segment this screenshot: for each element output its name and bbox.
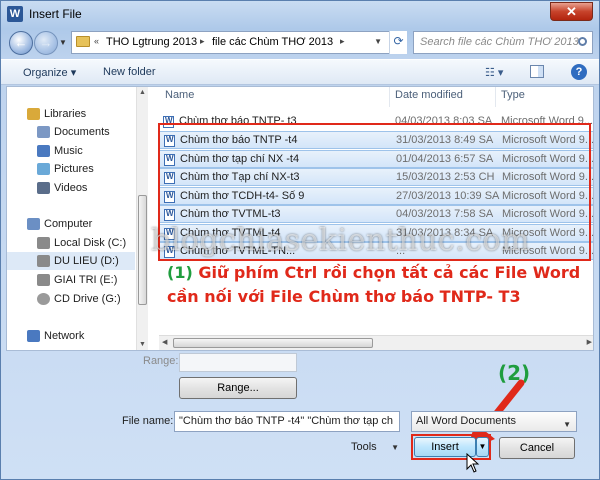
close-button[interactable]: ✕	[550, 2, 593, 21]
tree-item-libraries[interactable]: Libraries	[7, 105, 135, 123]
breadcrumb-item[interactable]: THO Lgtrung 2013	[106, 36, 197, 48]
chevron-down-icon: ▼	[563, 420, 571, 429]
tree-item-computer[interactable]: Computer	[7, 215, 135, 233]
tree-item-label: Local Disk (C:)	[54, 237, 127, 249]
cd-drive-icon	[37, 293, 50, 305]
scrollbar-thumb[interactable]	[173, 338, 373, 348]
organize-button[interactable]: Organize ▾	[23, 66, 76, 79]
window-title: Insert File	[29, 7, 82, 21]
tree-item-cd-drive-g[interactable]: CD Drive (G:)	[7, 290, 135, 308]
forward-arrow-icon[interactable]: →	[34, 31, 58, 55]
tree-item-label: Documents	[54, 126, 110, 138]
range-input	[179, 353, 297, 372]
tree-item-label: Libraries	[44, 108, 87, 120]
search-icon	[578, 37, 587, 46]
search-input[interactable]: Search file các Chùm THƠ 2013	[413, 31, 593, 54]
tree-item-local-disk-c[interactable]: Local Disk (C:)	[7, 234, 135, 252]
preview-pane-icon[interactable]	[530, 65, 544, 78]
tree-item-label: DU LIEU (D:)	[54, 255, 119, 267]
chevron-down-icon: ▼	[391, 443, 399, 452]
column-divider[interactable]	[389, 87, 390, 107]
chevron-right-icon[interactable]: ▸	[200, 36, 205, 47]
cancel-button[interactable]: Cancel	[499, 437, 575, 459]
address-dropdown-icon[interactable]: ▼	[374, 37, 382, 46]
tools-label: Tools	[351, 441, 377, 453]
new-folder-button[interactable]: New folder	[103, 66, 156, 78]
tree-item-label: CD Drive (G:)	[54, 293, 121, 305]
tree-item-pictures[interactable]: Pictures	[7, 160, 135, 178]
scroll-right-arrow-icon[interactable]: ▶	[587, 338, 592, 346]
search-placeholder: Search file các Chùm THƠ 2013	[420, 36, 579, 48]
tree-item-label: GIAI TRI (E:)	[54, 274, 118, 286]
column-header-name[interactable]: Name	[165, 89, 194, 101]
file-type-value: All Word Documents	[416, 415, 517, 427]
tree-item-label: Network	[44, 330, 85, 342]
breadcrumb-item[interactable]: file các Chùm THƠ 2013	[212, 36, 333, 48]
column-header-date[interactable]: Date modified	[395, 89, 463, 101]
command-toolbar: Organize ▾ New folder ☷ ▾ ?	[1, 59, 599, 85]
network-icon	[27, 330, 40, 342]
view-options-icon[interactable]: ☷ ▾	[485, 66, 503, 79]
range-label: Range:	[143, 355, 179, 367]
folder-icon	[76, 36, 90, 47]
tree-item-music[interactable]: Music	[7, 142, 135, 160]
insert-file-dialog: W Insert File ✕ ← → ▼ « THO Lgtrung 2013…	[0, 0, 600, 480]
tools-menu-button[interactable]: Tools ▼	[351, 441, 399, 457]
annotation-step-1: (1) Giữ phím Ctrl rồi chọn tất cả các Fi…	[167, 261, 587, 309]
watermark: blogchiasekienthuc.com	[151, 223, 531, 258]
scroll-left-arrow-icon[interactable]: ◀	[162, 338, 167, 346]
tree-item-label: Computer	[44, 218, 93, 230]
pictures-icon	[37, 163, 50, 175]
scrollbar-thumb[interactable]	[138, 195, 147, 305]
column-divider[interactable]	[495, 87, 496, 107]
chevron-right-icon[interactable]: ▸	[340, 36, 345, 47]
annotation-step-number: (1)	[167, 263, 193, 282]
disk-icon	[37, 237, 50, 249]
tree-item-label: Music	[54, 145, 83, 157]
tree-scrollbar[interactable]: ▲ ▼	[136, 87, 148, 350]
recent-pages-dropdown-icon[interactable]: ▼	[59, 38, 67, 47]
music-icon	[37, 145, 50, 157]
tree-item-documents[interactable]: Documents	[7, 123, 135, 141]
navigation-tree: Libraries Documents Music Pictures Video…	[7, 87, 137, 350]
refresh-icon[interactable]: ⟳	[389, 31, 407, 54]
navigation-bar: ← → ▼ « THO Lgtrung 2013 ▸ file các Chùm…	[1, 27, 599, 59]
disk-icon	[37, 255, 50, 267]
annotation-text: Giữ phím Ctrl rồi chọn tất cả các File W…	[167, 263, 581, 306]
file-list-horizontal-scrollbar[interactable]: ◀ ▶	[159, 335, 593, 350]
tree-item-label: Videos	[54, 182, 88, 194]
documents-icon	[37, 126, 50, 138]
help-icon[interactable]: ?	[571, 64, 587, 80]
tree-item-network[interactable]: Network	[7, 327, 135, 345]
word-app-icon: W	[7, 6, 23, 22]
scroll-down-arrow-icon[interactable]: ▼	[139, 341, 146, 348]
chevron-icon: «	[94, 36, 100, 46]
tree-item-du-lieu-d[interactable]: DU LIEU (D:)	[7, 252, 135, 270]
file-name-input[interactable]: "Chùm thơ báo TNTP -t4" "Chùm thơ tạp ch	[174, 411, 400, 432]
file-type-select[interactable]: All Word Documents ▼	[411, 411, 577, 432]
computer-icon	[27, 218, 40, 230]
libraries-icon	[27, 108, 40, 120]
back-arrow-icon[interactable]: ←	[9, 31, 33, 55]
mouse-cursor-icon	[466, 453, 480, 473]
disk-icon	[37, 274, 50, 286]
tree-item-videos[interactable]: Videos	[7, 179, 135, 197]
address-bar[interactable]: « THO Lgtrung 2013 ▸ file các Chùm THƠ 2…	[71, 31, 407, 54]
file-name-label: File name:	[122, 415, 174, 427]
range-button[interactable]: Range...	[179, 377, 297, 399]
scroll-up-arrow-icon[interactable]: ▲	[139, 89, 146, 96]
tree-item-giai-tri-e[interactable]: GIAI TRI (E:)	[7, 271, 135, 289]
videos-icon	[37, 182, 50, 194]
column-header-type[interactable]: Type	[501, 89, 525, 101]
title-bar: W Insert File ✕	[1, 1, 599, 27]
tree-item-label: Pictures	[54, 163, 94, 175]
